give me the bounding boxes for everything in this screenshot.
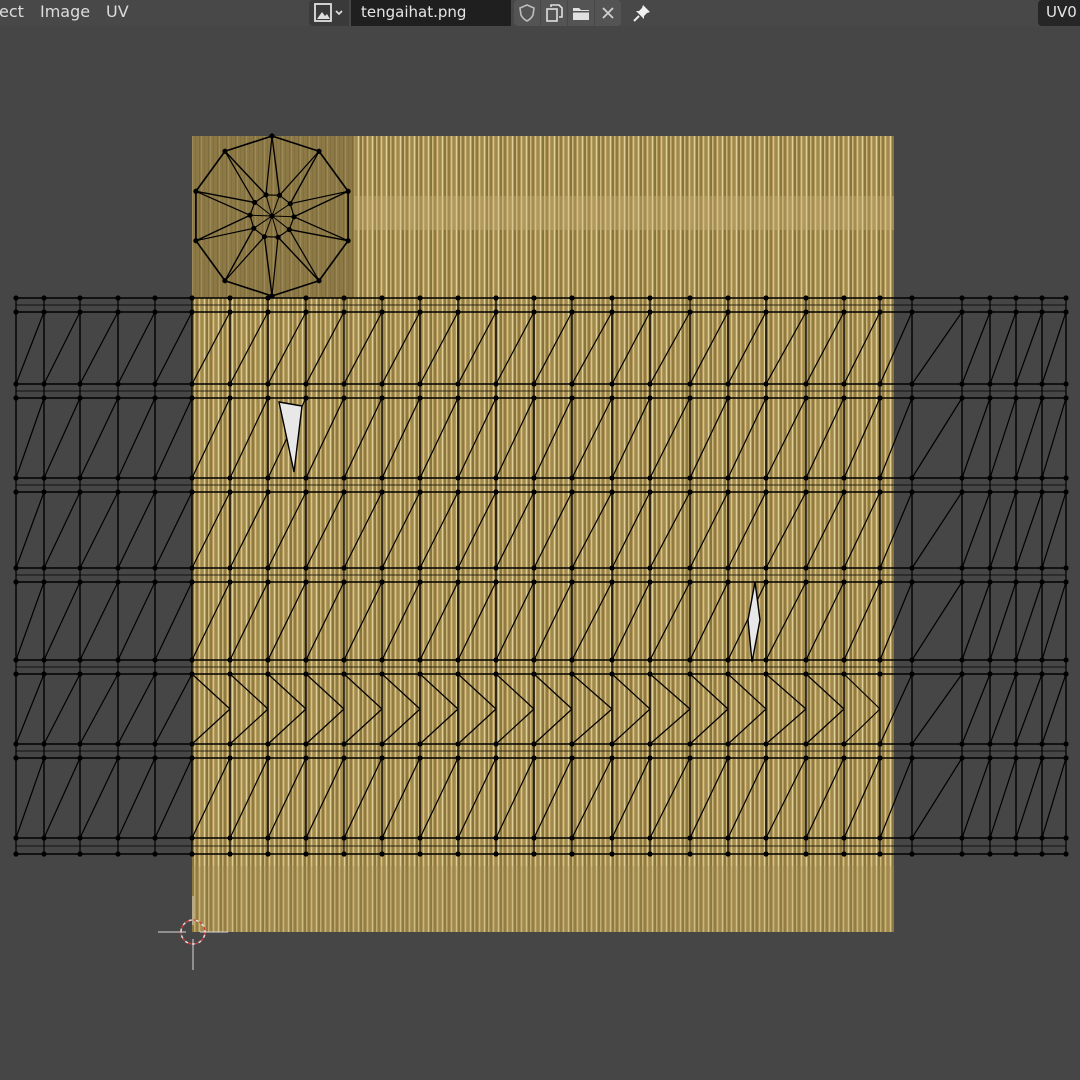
- texture-image: [192, 136, 894, 932]
- uv-map-selector[interactable]: UV0: [1038, 0, 1080, 26]
- menu-view[interactable]: ect: [0, 2, 24, 22]
- menu-image[interactable]: Image: [40, 2, 90, 22]
- unlink-button[interactable]: [595, 0, 621, 26]
- menu-uv[interactable]: UV: [106, 2, 129, 22]
- close-icon: [602, 7, 614, 19]
- image-icon: [314, 3, 343, 22]
- pin-icon: [633, 5, 650, 22]
- image-browse-button[interactable]: [309, 0, 349, 26]
- editor-header: ect Image UV tengaihat.png UV0: [0, 0, 1080, 26]
- folder-icon: [573, 8, 589, 20]
- uv-editor-canvas[interactable]: [0, 26, 1080, 1080]
- new-image-button[interactable]: [541, 0, 567, 26]
- shield-icon: [519, 4, 535, 22]
- pin-button[interactable]: [628, 0, 656, 26]
- fake-user-button[interactable]: [514, 0, 540, 26]
- image-name-field[interactable]: tengaihat.png: [351, 0, 511, 26]
- uv-editor-viewport[interactable]: [0, 26, 1080, 1080]
- open-image-button[interactable]: [568, 0, 594, 26]
- duplicate-icon: [546, 4, 563, 22]
